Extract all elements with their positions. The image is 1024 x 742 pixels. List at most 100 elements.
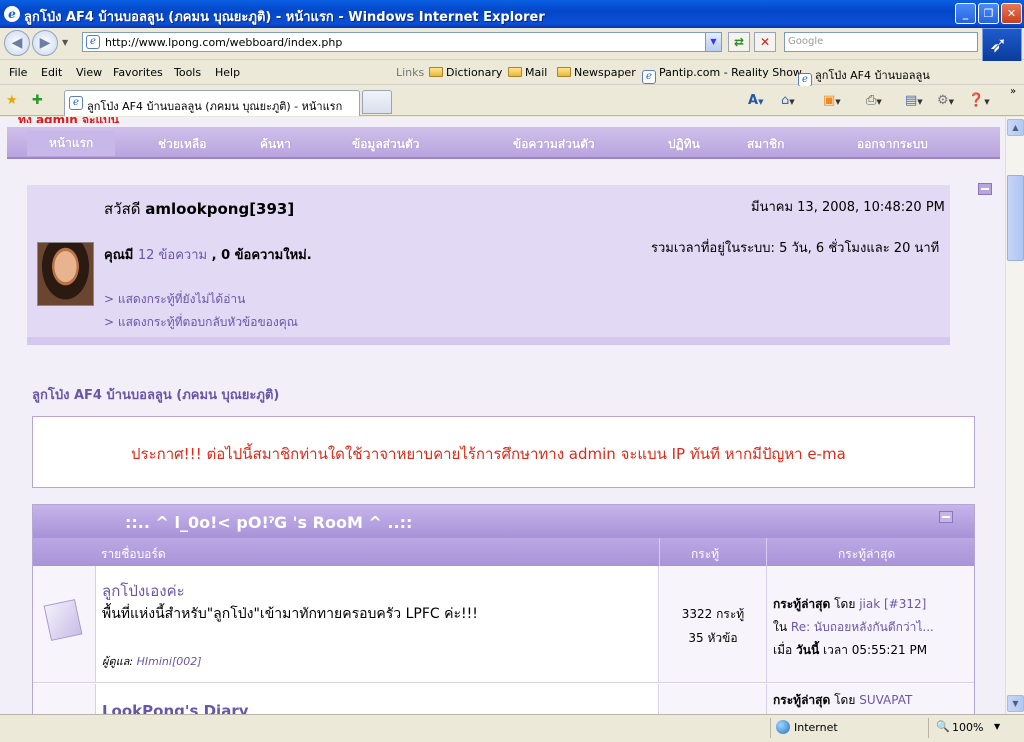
- nav-home[interactable]: หน้าแรก: [27, 131, 116, 156]
- address-url[interactable]: http://www.lpong.com/webboard/index.php: [105, 36, 342, 49]
- close-button[interactable]: ✕: [1001, 3, 1022, 24]
- board-title[interactable]: ลูกโป่ง AF4 บ้านบอลลูน (ภคมน บุณยะภูติ): [32, 384, 279, 405]
- status-divider: [928, 718, 929, 738]
- status-bar: Internet 🔍 100% ▼: [0, 714, 1024, 742]
- board-stats-cell: [660, 684, 767, 714]
- nav-logout[interactable]: ออกจากระบบ: [857, 135, 928, 154]
- post-count: 3322 กระทู้: [681, 607, 745, 621]
- link-lpong[interactable]: e ลูกโป่ง AF4 บ้านบอลลูน: [798, 66, 930, 87]
- menu-favorites[interactable]: Favorites: [113, 66, 163, 79]
- last-post-label: กระทู้ล่าสุด: [773, 693, 831, 707]
- refresh-button[interactable]: ⇄: [728, 32, 750, 52]
- folder-icon: [508, 67, 522, 77]
- board-icon-cell: [33, 566, 96, 682]
- table-row: LookPong's Diary กระทู้ล่าสุด โดย SUVAPA…: [33, 684, 974, 714]
- greeting-label: สวัสดี: [104, 200, 141, 218]
- tools-gear-icon[interactable]: ⚙▼: [937, 93, 954, 108]
- feeds-icon[interactable]: ▣▼: [823, 93, 841, 108]
- page-menu-icon[interactable]: ▤▼: [905, 93, 923, 108]
- messages-link[interactable]: 12 ข้อความ: [138, 248, 207, 263]
- menu-tools[interactable]: Tools: [174, 66, 201, 79]
- board-name[interactable]: LookPong's Diary: [102, 702, 249, 714]
- link-dictionary[interactable]: Dictionary: [429, 66, 502, 79]
- search-input[interactable]: Google: [784, 32, 978, 52]
- forward-button[interactable]: ▶: [32, 30, 58, 56]
- search-bird-icon: ➶: [989, 33, 1008, 58]
- more-chevron-icon[interactable]: »: [1010, 86, 1016, 97]
- category-title[interactable]: ::.. ^ l_0o!< pO!ˀG 's RooM ^ ..::: [125, 513, 412, 532]
- menu-edit[interactable]: Edit: [41, 66, 62, 79]
- globe-icon: [776, 720, 790, 734]
- replies-link[interactable]: > แสดงกระทู้ที่ตอบกลับหัวข้อของคุณ: [104, 313, 298, 332]
- collapse-icon[interactable]: [978, 183, 992, 195]
- menu-bar: File Edit View Favorites Tools Help Link…: [0, 61, 1024, 87]
- scroll-down-arrow-icon[interactable]: ▼: [1007, 695, 1024, 712]
- board-name[interactable]: ลูกโป่งเองค่ะ: [102, 579, 185, 603]
- link-pantip[interactable]: e Pantip.com - Reality Show: [642, 66, 802, 84]
- col-topics: กระทู้: [691, 547, 720, 561]
- last-post-user[interactable]: jiak [#312]: [859, 597, 926, 611]
- home-icon[interactable]: ⌂▼: [781, 93, 795, 108]
- history-dropdown-icon[interactable]: ▼: [62, 38, 68, 47]
- zoom-dropdown-icon[interactable]: ▼: [994, 722, 1000, 731]
- page-icon: e: [642, 70, 656, 84]
- link-pantip-label: Pantip.com - Reality Show: [659, 66, 802, 79]
- minimize-button[interactable]: _: [955, 3, 976, 24]
- col-last-post: กระทู้ล่าสุด: [838, 547, 896, 561]
- board-description: พื้นที่แห่งนี้สำหรับ"ลูกโป่ง"เข้ามาทักทา…: [102, 606, 478, 622]
- nav-help[interactable]: ช่วยเหลือ: [158, 135, 207, 154]
- search-button[interactable]: ➶: [982, 28, 1022, 64]
- favorites-star-icon[interactable]: ★: [6, 93, 18, 108]
- page-icon: e: [69, 96, 83, 110]
- zoom-icon[interactable]: 🔍: [936, 720, 950, 733]
- scroll-up-arrow-icon[interactable]: ▲: [1007, 119, 1024, 136]
- stop-button[interactable]: ✕: [754, 32, 776, 52]
- maximize-button[interactable]: ❐: [978, 3, 999, 24]
- web-content: ทั้ง admin จะแบน หน้าแรก ช่วยเหลือ ค้นหา…: [0, 117, 1005, 714]
- moderator-link[interactable]: HImini[002]: [137, 655, 202, 668]
- print-icon[interactable]: ⎙▼: [866, 93, 882, 108]
- nav-messages[interactable]: ข้อความส่วนตัว: [513, 135, 595, 154]
- last-post-user[interactable]: SUVAPAT: [859, 693, 912, 707]
- tab-current[interactable]: e ลูกโป่ง AF4 บ้านบอลลูน (ภคมน บุณยะภูติ…: [64, 90, 360, 116]
- forum-nav-bar: หน้าแรก ช่วยเหลือ ค้นหา ข้อมูลส่วนตัว ข้…: [7, 127, 1000, 159]
- vertical-scrollbar[interactable]: ▲ ▼: [1005, 117, 1024, 714]
- avatar: [37, 242, 94, 306]
- add-favorites-icon[interactable]: ✚: [32, 93, 43, 108]
- unread-posts-link[interactable]: > แสดงกระทู้ที่ยังไม่ได้อ่าน: [104, 290, 245, 309]
- nav-calendar[interactable]: ปฏิทิน: [668, 135, 700, 154]
- collapse-category-icon[interactable]: [939, 511, 953, 523]
- when-label: เมื่อ: [773, 643, 793, 657]
- last-post-line3: เมื่อ วันนี้ เวลา 05:55:21 PM: [773, 641, 927, 660]
- menu-help[interactable]: Help: [215, 66, 240, 79]
- username: amlookpong[393]: [145, 200, 295, 218]
- address-dropdown-icon[interactable]: ▼: [705, 33, 721, 51]
- menu-file[interactable]: File: [9, 66, 27, 79]
- address-bar[interactable]: e http://www.lpong.com/webboard/index.ph…: [82, 32, 722, 52]
- tab-current-label: ลูกโป่ง AF4 บ้านบอลลูน (ภคมน บุณยะภูติ) …: [87, 100, 343, 113]
- ie-logo-icon: e: [4, 6, 20, 22]
- you-have-label: คุณมี: [104, 248, 134, 263]
- nav-profile[interactable]: ข้อมูลส่วนตัว: [352, 135, 419, 154]
- text-size-icon[interactable]: A▼: [748, 93, 763, 108]
- link-newspaper[interactable]: Newspaper: [557, 66, 636, 79]
- last-post-topic[interactable]: Re: นับถอยหลังกันดีกว่าไ...: [791, 620, 934, 634]
- nav-search[interactable]: ค้นหา: [260, 135, 291, 154]
- by-label: โดย: [834, 597, 856, 611]
- announcement-box: ประกาศ!!! ต่อไปนี้สมาชิกท่านใดใช้วาจาหยา…: [32, 416, 975, 488]
- board-moderator: ผู้ดูแล: HImini[002]: [102, 652, 202, 670]
- scroll-thumb[interactable]: [1007, 175, 1024, 261]
- announcement-text: ประกาศ!!! ต่อไปนี้สมาชิกท่านใดใช้วาจาหยา…: [131, 445, 846, 463]
- board-icon: [43, 599, 83, 641]
- last-post-time: เวลา 05:55:21 PM: [823, 643, 928, 657]
- help-icon[interactable]: ❓▼: [968, 93, 990, 108]
- new-tab-button[interactable]: [362, 90, 392, 114]
- title-bar: e ลูกโป่ง AF4 บ้านบอลลูน (ภคมน บุณยะภูติ…: [0, 0, 1024, 28]
- online-time: รวมเวลาที่อยู่ในระบบ: 5 วัน, 6 ชั่วโมงแล…: [651, 241, 940, 256]
- back-button[interactable]: ◀: [4, 30, 30, 56]
- link-mail[interactable]: Mail: [508, 66, 547, 79]
- nav-members[interactable]: สมาชิก: [747, 135, 784, 154]
- menu-view[interactable]: View: [76, 66, 102, 79]
- window-title: ลูกโป่ง AF4 บ้านบอลลูน (ภคมน บุณยะภูติ) …: [24, 10, 545, 25]
- zoom-level[interactable]: 100%: [952, 721, 983, 734]
